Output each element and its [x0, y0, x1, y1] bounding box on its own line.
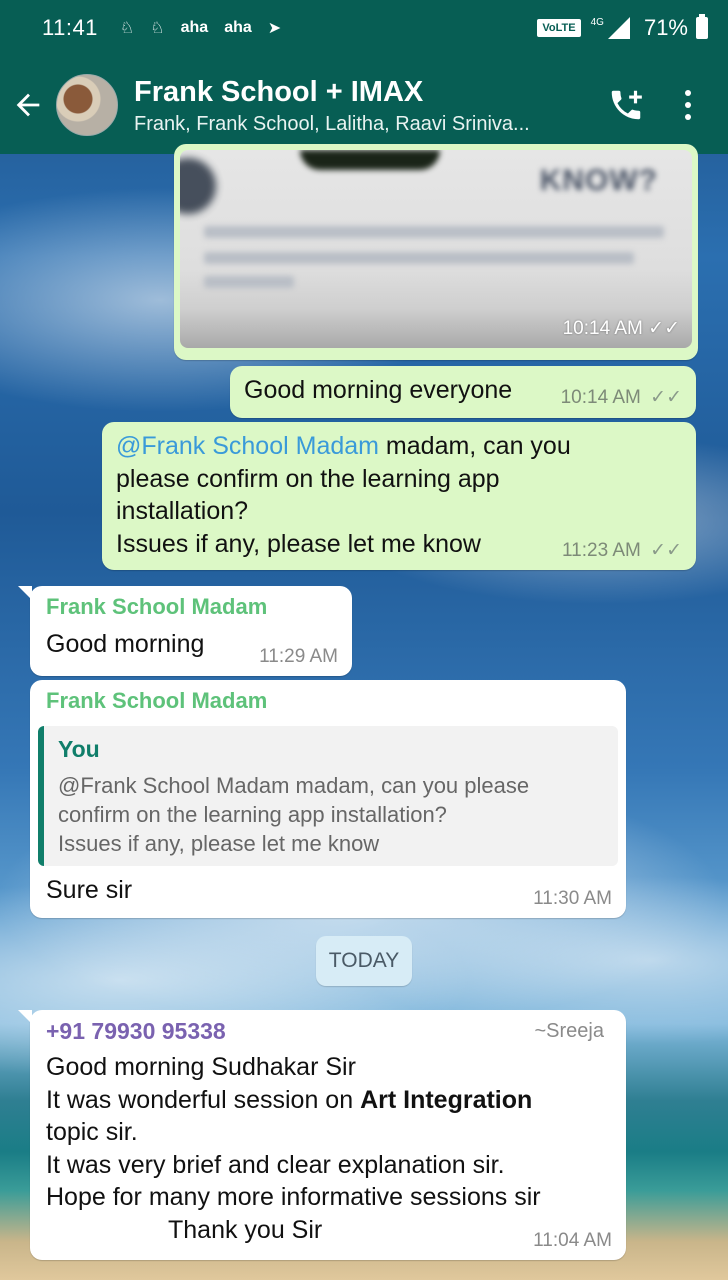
- volte-icon: VoLTE: [537, 19, 581, 37]
- message-bubble[interactable]: Frank School Madam Good morning 11:29 AM: [18, 586, 352, 676]
- message-bubble[interactable]: Frank School Madam You @Frank School Mad…: [30, 680, 626, 918]
- date-divider: TODAY: [316, 936, 412, 986]
- quote-text: confirm on the learning app installation…: [58, 802, 447, 827]
- image-message[interactable]: KNOW? 10:14 AM ✓✓: [174, 144, 698, 360]
- message-bubble[interactable]: @Frank School Madam madam, can you pleas…: [102, 422, 696, 570]
- message-text: installation?: [116, 497, 249, 525]
- chat-header: Frank School + IMAX Frank, Frank School,…: [0, 56, 728, 154]
- read-ticks-icon: ✓✓: [648, 318, 680, 339]
- shared-image[interactable]: KNOW? 10:14 AM ✓✓: [180, 150, 692, 348]
- message-text: Good morning everyone: [244, 376, 513, 404]
- aha-icon: aha: [224, 19, 252, 36]
- message-text: Sure sir: [46, 876, 133, 904]
- bold-text: Art Integration: [360, 1085, 533, 1114]
- message-time: 11:29 AM: [259, 646, 338, 667]
- quote-author: You: [58, 736, 100, 762]
- message-text: Good morning Sudhakar Sir: [46, 1053, 356, 1081]
- message-time: 11:04 AM: [533, 1230, 612, 1251]
- group-members: Frank, Frank School, Lalitha, Raavi Srin…: [134, 112, 530, 135]
- group-title: Frank School + IMAX: [134, 75, 424, 108]
- quote-text: @Frank School Madam madam, can you pleas…: [58, 773, 530, 798]
- status-time: 11:41: [42, 15, 98, 40]
- message-text: Hope for many more informative sessions …: [46, 1183, 541, 1211]
- message-time: 11:30 AM: [533, 888, 612, 909]
- read-ticks-icon: ✓✓: [650, 387, 682, 408]
- message-text: Thank you Sir: [168, 1215, 323, 1244]
- message-text: It was wonderful session on: [46, 1085, 361, 1114]
- battery-percent: 71%: [643, 15, 688, 40]
- message-time: 10:14 AM ✓✓: [560, 387, 682, 408]
- notification-icon: ♘: [150, 20, 165, 37]
- message-text: madam, can you: [378, 432, 571, 460]
- read-ticks-icon: ✓✓: [650, 540, 682, 561]
- group-info[interactable]: Frank School + IMAX Frank, Frank School,…: [134, 75, 594, 136]
- mention-link[interactable]: @Frank School Madam: [116, 432, 379, 460]
- chat-area[interactable]: KNOW? 10:14 AM ✓✓ Good morning everyone …: [0, 144, 728, 1280]
- message-bubble[interactable]: Good morning everyone 10:14 AM ✓✓: [230, 366, 696, 418]
- location-icon: ➤: [267, 20, 282, 37]
- more-options-icon[interactable]: [664, 73, 712, 137]
- back-arrow-icon[interactable]: [0, 56, 56, 154]
- group-avatar[interactable]: [56, 74, 118, 136]
- battery-icon: [696, 14, 708, 39]
- quote-text: Issues if any, please let me know: [58, 831, 380, 856]
- message-time: 10:14 AM ✓✓: [562, 318, 680, 339]
- sender-phone[interactable]: +91 79930 95338: [46, 1018, 226, 1045]
- message-text: topic sir.: [46, 1118, 138, 1146]
- sender-name[interactable]: Frank School Madam: [46, 688, 610, 714]
- notification-icon: ♘: [119, 20, 135, 37]
- network-type: 4G: [590, 16, 604, 28]
- message-bubble[interactable]: +91 79930 95338 ~Sreeja Good morning Sud…: [18, 1010, 626, 1260]
- sender-name[interactable]: Frank School Madam: [46, 594, 336, 620]
- message-time: 11:23 AM ✓✓: [562, 540, 682, 561]
- aha-icon: aha: [180, 19, 209, 36]
- message-text: It was very brief and clear explanation …: [46, 1150, 505, 1179]
- add-call-icon[interactable]: [594, 73, 658, 137]
- status-bar: 11:41 ♘ ♘ aha aha ➤ VoLTE 4G 71%: [0, 0, 728, 56]
- quoted-message[interactable]: You @Frank School Madam madam, can you p…: [38, 726, 618, 866]
- message-text: please confirm on the learning app: [116, 464, 500, 493]
- signal-icon: [607, 17, 630, 39]
- sender-name: ~Sreeja: [534, 1020, 605, 1042]
